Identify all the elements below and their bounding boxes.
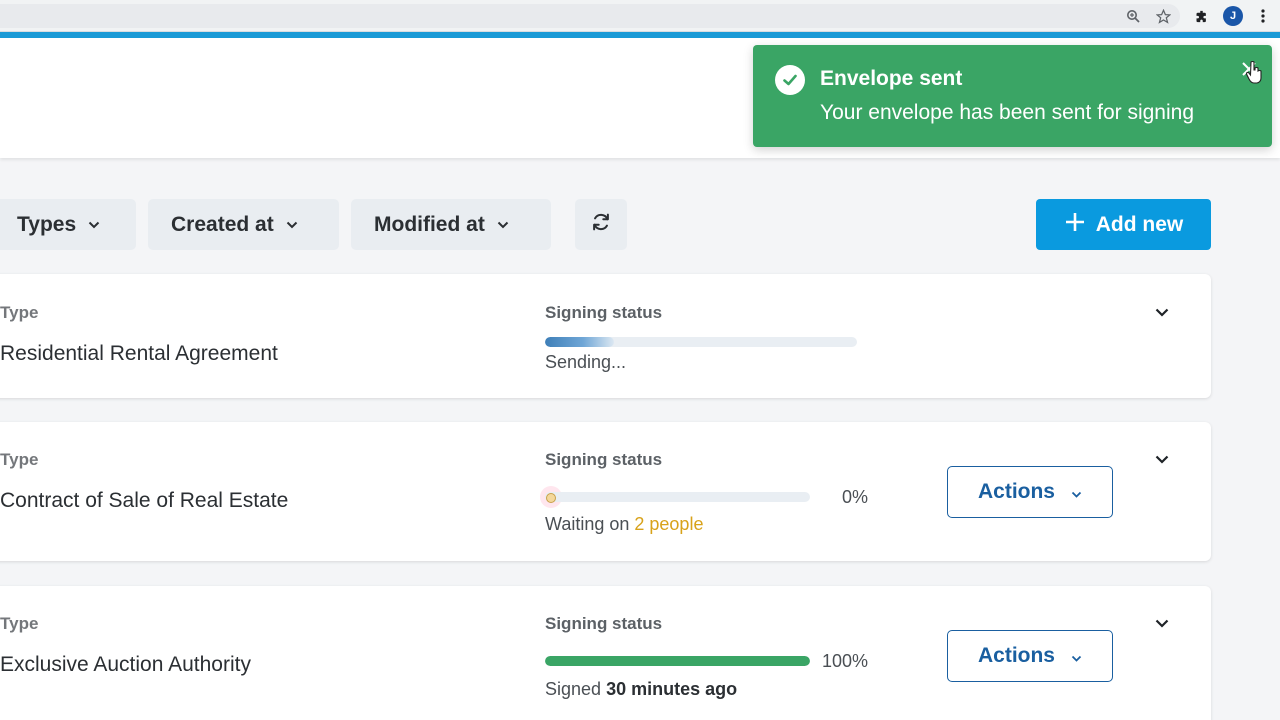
document-name: Exclusive Auction Authority: [0, 653, 251, 676]
document-name: Residential Rental Agreement: [0, 342, 278, 365]
filter-created-at-button[interactable]: Created at: [148, 199, 339, 250]
filter-types-button[interactable]: Types: [0, 199, 136, 250]
progress-bar: [545, 656, 810, 666]
toast-message: Your envelope has been sent for signing: [820, 101, 1195, 124]
filter-modified-at-label: Modified at: [374, 212, 485, 236]
expand-chevron-icon[interactable]: [1150, 300, 1174, 324]
chevron-down-icon: [286, 221, 298, 229]
extensions-icon[interactable]: [1191, 6, 1211, 26]
type-label: Type: [0, 303, 39, 322]
progress-percent: 0%: [842, 487, 869, 507]
envelope-card[interactable]: Type Contract of Sale of Real Estate Sig…: [0, 422, 1211, 561]
chevron-down-icon: [88, 221, 100, 229]
status-text: Sending...: [545, 352, 627, 372]
filter-modified-at-button[interactable]: Modified at: [351, 199, 551, 250]
envelope-card[interactable]: Type Exclusive Auction Authority Signing…: [0, 586, 1211, 720]
close-icon[interactable]: [1237, 57, 1261, 81]
progress-percent: 100%: [822, 651, 869, 671]
type-label: Type: [0, 450, 39, 469]
document-name: Contract of Sale of Real Estate: [0, 489, 289, 512]
add-new-button[interactable]: Add new: [1036, 199, 1211, 250]
zoom-icon[interactable]: [1123, 6, 1143, 26]
refresh-button[interactable]: [575, 199, 627, 250]
waiting-people-link[interactable]: 2 people: [634, 514, 703, 534]
progress-fill: [545, 337, 614, 347]
actions-label: Actions: [977, 644, 1055, 667]
more-icon[interactable]: [1253, 6, 1273, 26]
type-label: Type: [0, 614, 39, 633]
chevron-down-icon: [1071, 480, 1082, 504]
signing-status-label: Signing status: [545, 614, 663, 633]
address-bar[interactable]: [0, 4, 1180, 28]
actions-button[interactable]: Actions: [947, 630, 1113, 682]
status-text: Signed 30 minutes ago: [545, 679, 738, 699]
expand-chevron-icon[interactable]: [1150, 611, 1174, 635]
progress-bar: [545, 337, 857, 347]
browser-toolbar: J: [0, 0, 1280, 32]
chevron-down-icon: [1071, 644, 1082, 668]
envelope-card[interactable]: Type Residential Rental Agreement Signin…: [0, 274, 1211, 398]
status-text: Waiting on 2 people: [545, 514, 704, 534]
progress-fill: [545, 656, 810, 666]
add-new-label: Add new: [1095, 212, 1184, 236]
signing-status-label: Signing status: [545, 303, 663, 322]
chevron-down-icon: [497, 221, 509, 229]
actions-button[interactable]: Actions: [947, 466, 1113, 518]
check-circle-icon: [775, 65, 805, 95]
plus-icon: [1064, 211, 1086, 239]
avatar[interactable]: J: [1223, 6, 1243, 26]
expand-chevron-icon[interactable]: [1150, 447, 1174, 471]
star-icon[interactable]: [1153, 6, 1173, 26]
actions-label: Actions: [977, 480, 1055, 503]
refresh-icon: [590, 211, 612, 238]
toast-title: Envelope sent: [820, 67, 963, 90]
filter-types-label: Types: [17, 212, 77, 236]
toast-notification: Envelope sent Your envelope has been sen…: [753, 45, 1272, 147]
signing-status-label: Signing status: [545, 450, 663, 469]
progress-bar: [545, 492, 810, 502]
progress-dot: [546, 493, 556, 503]
filter-created-at-label: Created at: [171, 212, 274, 236]
